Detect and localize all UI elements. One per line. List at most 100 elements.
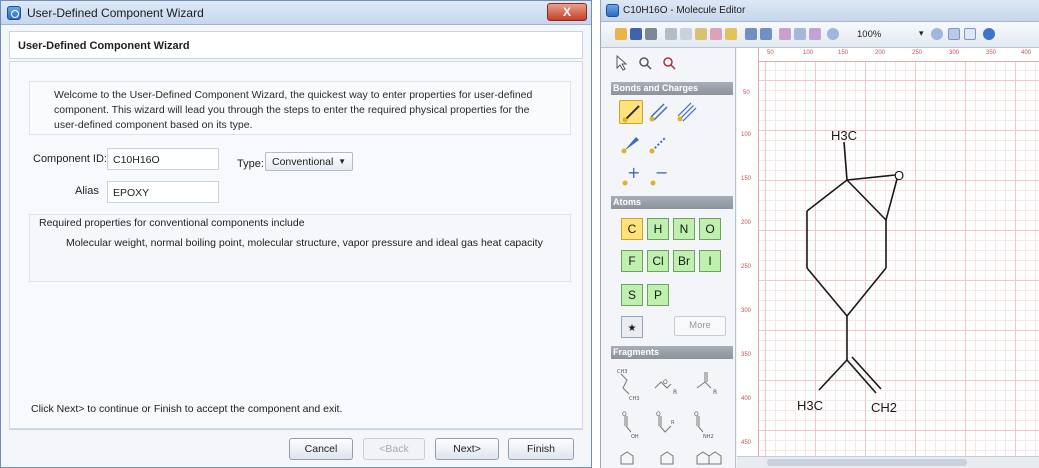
fragment-ketone[interactable]: [696, 372, 712, 389]
fragment-label: O: [663, 379, 668, 386]
atom-c-button[interactable]: C: [621, 218, 643, 240]
double-bond-tool[interactable]: [647, 100, 671, 124]
methyl-label-top: H3C: [831, 128, 857, 143]
required-properties-title: Required properties for conventional com…: [39, 217, 305, 229]
type-dropdown-value: Conventional: [272, 156, 334, 168]
fragment-label: O: [656, 411, 661, 418]
next-button[interactable]: Next>: [435, 438, 499, 460]
pointer-icon[interactable]: [616, 54, 628, 71]
chevron-down-icon[interactable]: ▾: [919, 28, 924, 39]
fragment-rings[interactable]: [620, 451, 722, 465]
horizontal-scrollbar[interactable]: [737, 456, 1039, 468]
bond-end-icon: [622, 117, 628, 123]
fragment-amide[interactable]: [696, 416, 704, 433]
component-id-input[interactable]: C10H16O: [107, 148, 219, 170]
atom-p-button[interactable]: P: [647, 284, 669, 306]
fragment-label: O: [622, 411, 627, 418]
fragment-label: OH: [631, 434, 639, 440]
fragment-label: R: [713, 389, 717, 396]
atom-i-button[interactable]: I: [699, 250, 721, 272]
atom-h-button[interactable]: H: [647, 218, 669, 240]
drawing-canvas[interactable]: 50 100 150 200 250 300 350 400 50 100 15…: [737, 48, 1039, 468]
lasso-handle: [646, 64, 652, 70]
ruler-toggle-icon[interactable]: [964, 28, 976, 40]
star-icon: ★: [627, 323, 637, 334]
print-icon[interactable]: [645, 28, 657, 40]
section-bonds-header: Bonds and Charges: [611, 82, 733, 95]
fragment-propyl[interactable]: [620, 373, 630, 395]
lasso-icon[interactable]: [639, 57, 649, 67]
atom-o-button[interactable]: O: [699, 218, 721, 240]
fragment-label: CH3: [629, 396, 639, 402]
save-icon[interactable]: [630, 28, 642, 40]
single-bond-icon: [624, 105, 640, 121]
atom-s-button[interactable]: S: [621, 284, 643, 306]
redo-icon[interactable]: [760, 28, 772, 40]
grid-toggle-icon[interactable]: [948, 28, 960, 40]
triple-bond-tool[interactable]: [675, 100, 699, 124]
welcome-line: component. This wizard will lead you thr…: [54, 104, 530, 116]
flip-vertical-icon[interactable]: [809, 28, 821, 40]
hash-bond-tool[interactable]: [647, 132, 671, 156]
welcome-text: Welcome to the User-Defined Component Wi…: [54, 88, 554, 133]
magnify-icon[interactable]: [663, 57, 673, 67]
hash-bond-icon: [651, 136, 667, 152]
welcome-panel: Welcome to the User-Defined Component Wi…: [29, 81, 571, 135]
alias-input[interactable]: EPOXY: [107, 181, 219, 203]
cancel-button[interactable]: Cancel: [289, 438, 353, 460]
selection-tools: [616, 54, 676, 71]
welcome-line: Welcome to the User-Defined Component Wi…: [54, 89, 533, 101]
section-fragments-header: Fragments: [611, 346, 733, 359]
atom-cl-button[interactable]: Cl: [647, 250, 669, 272]
wizard-titlebar[interactable]: User-Defined Component Wizard X: [1, 1, 591, 25]
footer-instructions: Click Next> to continue or Finish to acc…: [31, 403, 343, 415]
flip-horizontal-icon[interactable]: [794, 28, 806, 40]
close-button[interactable]: X: [547, 3, 587, 21]
welcome-line: user-defined component based on its type…: [54, 119, 253, 131]
wedge-bond-tool[interactable]: [619, 132, 643, 156]
atom-f-button[interactable]: F: [621, 250, 643, 272]
fragment-acid[interactable]: [624, 416, 632, 433]
scrollbar-thumb[interactable]: [767, 459, 967, 466]
wizard-header: User-Defined Component Wizard: [9, 31, 583, 59]
open-icon[interactable]: [615, 28, 627, 40]
zoom-level[interactable]: 100%: [857, 29, 881, 40]
minus-icon: −: [655, 164, 668, 182]
atom-n-button[interactable]: N: [673, 218, 695, 240]
periodic-table-button[interactable]: ★: [621, 316, 643, 338]
eraser-icon[interactable]: [710, 28, 722, 40]
help-icon[interactable]: [983, 28, 995, 40]
more-atoms-button[interactable]: More: [674, 316, 726, 336]
rotate-icon[interactable]: [779, 28, 791, 40]
methylene-label: CH2: [871, 400, 897, 415]
double-bond-icon: [650, 103, 665, 118]
single-bond-tool[interactable]: [619, 100, 643, 124]
fragment-ester[interactable]: [658, 416, 672, 433]
back-button[interactable]: <Back: [363, 438, 425, 460]
molecule-structure[interactable]: H3C O H3C CH2: [737, 48, 1039, 468]
zoom-icon[interactable]: [827, 28, 839, 40]
copy-icon[interactable]: [680, 28, 692, 40]
paste-icon[interactable]: [695, 28, 707, 40]
app-icon: [7, 6, 21, 20]
magnify-handle: [670, 64, 676, 70]
component-id-label: Component ID:: [33, 153, 107, 165]
fragment-label: O: [694, 411, 699, 418]
undo-icon[interactable]: [745, 28, 757, 40]
tool-palette: Bonds and Charges + − Atoms C H N O F Cl…: [601, 48, 736, 468]
methyl-label-left: H3C: [797, 398, 823, 413]
molecule-bonds: [806, 141, 898, 394]
wizard-header-title: User-Defined Component Wizard: [18, 40, 190, 52]
clean-icon[interactable]: [725, 28, 737, 40]
negative-charge-tool[interactable]: −: [647, 163, 671, 188]
type-dropdown[interactable]: Conventional ▼: [265, 152, 353, 171]
positive-charge-tool[interactable]: +: [619, 163, 643, 188]
editor-titlebar[interactable]: C10H16O - Molecule Editor: [601, 0, 1039, 22]
molecule-editor-window: C10H16O - Molecule Editor 100% ▾ Bonds a…: [600, 0, 1039, 468]
fragment-label: CH3: [617, 369, 627, 375]
cut-icon[interactable]: [665, 28, 677, 40]
oxygen-label: O: [894, 168, 904, 183]
atom-br-button[interactable]: Br: [673, 250, 695, 272]
zoom-out-icon[interactable]: [931, 28, 943, 40]
finish-button[interactable]: Finish: [508, 438, 574, 460]
